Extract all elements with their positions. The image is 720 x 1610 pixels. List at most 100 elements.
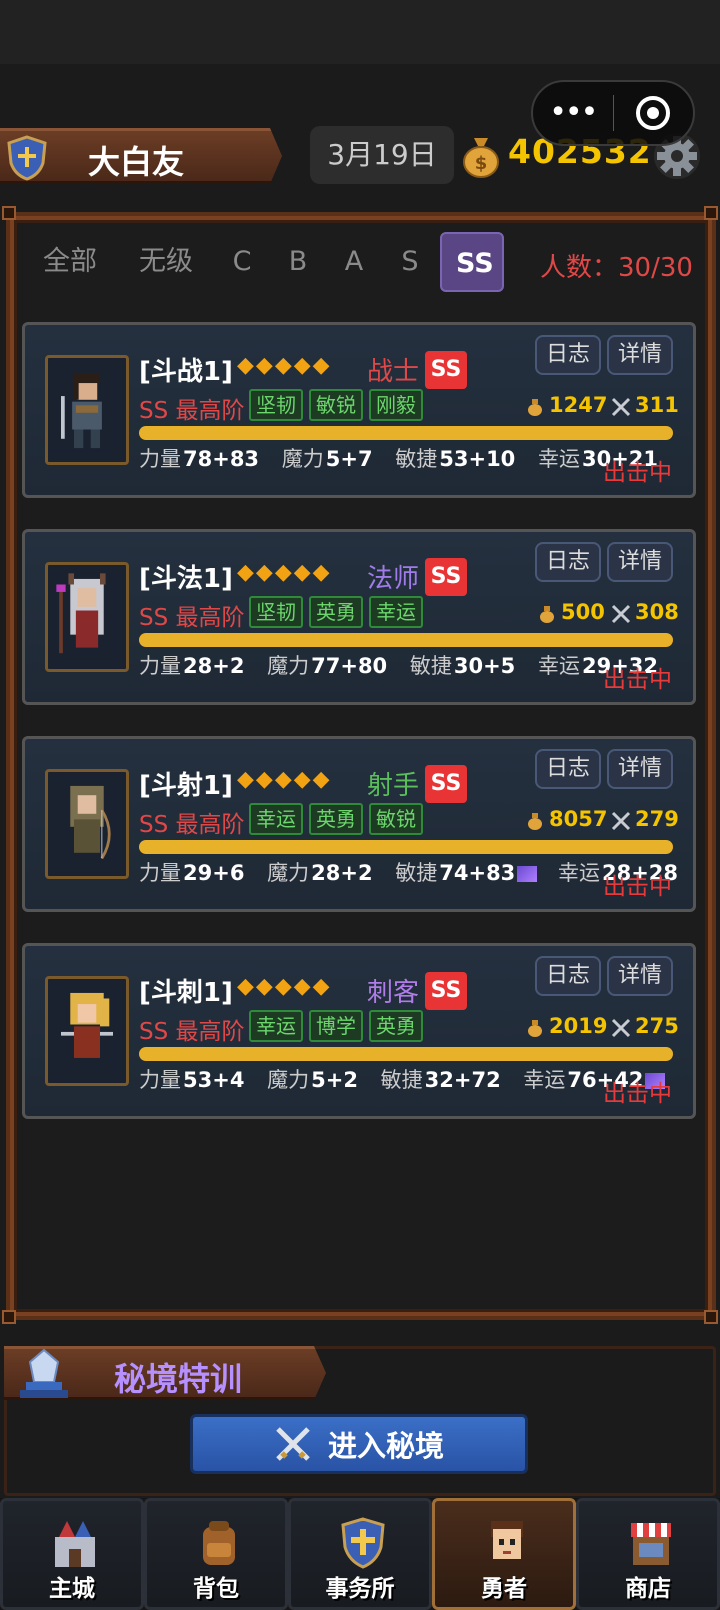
money-bag-icon: $: [463, 138, 499, 178]
nav-label: 事务所: [325, 1576, 395, 1602]
tab-b[interactable]: B: [270, 232, 326, 292]
hero-status: 出击中: [603, 667, 672, 693]
crossed-swords-icon: [611, 1018, 631, 1038]
shield-icon: [341, 1517, 385, 1569]
enter-secret-realm-label: 进入秘境: [327, 1429, 444, 1463]
hero-count: 人数：30/30: [540, 253, 693, 283]
mage-avatar-icon: [48, 565, 126, 669]
log-button[interactable]: 日志: [535, 542, 601, 582]
hero-class: 刺客: [367, 978, 420, 1008]
hero-tier: SS 最高阶: [139, 605, 245, 631]
close-miniprogram-button[interactable]: [613, 96, 693, 130]
tab-all[interactable]: 全部: [22, 232, 118, 292]
panel-corner-rivet: [704, 1310, 718, 1324]
hero-stars: ◆◆◆◆◆: [237, 974, 332, 999]
more-menu-button[interactable]: •••: [533, 83, 613, 143]
tab-c[interactable]: C: [214, 232, 270, 292]
hero-stars: ◆◆◆◆◆: [237, 560, 332, 585]
trait-tag: 坚韧: [249, 389, 303, 421]
secret-training-title: 秘境特训: [114, 1360, 243, 1398]
archer-avatar-icon: [48, 772, 126, 876]
tab-s[interactable]: S: [382, 232, 438, 292]
hero-class: 法师: [367, 564, 420, 594]
close-circle-icon: [636, 96, 671, 130]
nav-shop[interactable]: 商店: [576, 1498, 720, 1610]
stat-magic: 5+2: [311, 1068, 358, 1092]
detail-button[interactable]: 详情: [607, 749, 673, 789]
hero-card[interactable]: [斗法1] ◆◆◆◆◆ 法师 SS 日志 详情 SS 最高阶 坚韧 英勇 幸运 …: [22, 529, 696, 705]
bonus-gem-icon: [517, 866, 538, 882]
money-bag-icon: [528, 813, 542, 830]
hero-class: 战士: [367, 357, 420, 387]
stat-agility: 74+83: [439, 861, 516, 885]
panel-corner-rivet: [2, 1310, 16, 1324]
hero-stars: ◆◆◆◆◆: [237, 353, 332, 378]
rank-badge: SS: [425, 972, 467, 1010]
miniprogram-capsule: •••: [531, 80, 695, 146]
hero-card[interactable]: [斗战1] ◆◆◆◆◆ 战士 SS 日志 详情 SS 最高阶 坚韧 敏锐 刚毅 …: [22, 322, 696, 498]
hero-power: 275: [635, 1014, 679, 1038]
rank-badge: SS: [425, 558, 467, 596]
crystal-altar-icon: [20, 1348, 68, 1398]
log-button[interactable]: 日志: [535, 749, 601, 789]
hero-gold: 2019: [549, 1014, 608, 1038]
trait-tag: 幸运: [249, 803, 303, 835]
guild-shield-icon: [7, 135, 47, 181]
hero-portrait: [45, 562, 129, 672]
trait-tag: 坚韧: [249, 596, 303, 628]
hero-class: 射手: [367, 771, 420, 801]
hero-name: [斗射1]: [139, 771, 233, 801]
nav-main-city[interactable]: 主城: [0, 1498, 144, 1610]
hero-gold: 8057: [549, 807, 608, 831]
status-bar: [0, 0, 720, 64]
hero-power: 279: [635, 807, 679, 831]
money-bag-icon: [528, 1020, 542, 1037]
detail-button[interactable]: 详情: [607, 542, 673, 582]
hero-stats: 力量53+4 魔力5+2 敏捷32+72 幸运76+42: [139, 1064, 666, 1094]
hero-stats: 力量78+83 魔力5+7 敏捷53+10 幸运30+21: [139, 447, 659, 471]
log-button[interactable]: 日志: [535, 335, 601, 375]
nav-backpack[interactable]: 背包: [144, 1498, 288, 1610]
hero-progress-bar: [139, 1047, 673, 1061]
stat-magic: 77+80: [311, 654, 388, 678]
hero-traits: 幸运 博学 英勇: [249, 1010, 423, 1042]
hero-power: 311: [635, 393, 679, 417]
money-bag-icon: [528, 399, 542, 416]
hero-gold: 500: [561, 600, 605, 624]
trait-tag: 刚毅: [369, 389, 423, 421]
hero-status: 出击中: [603, 874, 672, 900]
log-button[interactable]: 日志: [535, 956, 601, 996]
trait-tag: 英勇: [309, 803, 363, 835]
hero-portrait: [45, 769, 129, 879]
hero-card[interactable]: [斗射1] ◆◆◆◆◆ 射手 SS 日志 详情 SS 最高阶 幸运 英勇 敏锐 …: [22, 736, 696, 912]
enter-secret-realm-button[interactable]: 进入秘境: [190, 1414, 528, 1474]
hero-traits: 坚韧 敏锐 刚毅: [249, 389, 423, 421]
nav-office[interactable]: 事务所: [288, 1498, 432, 1610]
trait-tag: 幸运: [369, 596, 423, 628]
money-bag-icon: [540, 606, 554, 623]
stat-magic: 5+7: [325, 447, 373, 471]
detail-button[interactable]: 详情: [607, 335, 673, 375]
hero-status: 出击中: [603, 1081, 672, 1107]
panel-corner-rivet: [704, 206, 718, 220]
tab-a[interactable]: A: [326, 232, 382, 292]
hero-name: [斗战1]: [139, 357, 233, 387]
hero-power: 308: [635, 600, 679, 624]
crossed-swords-icon: [611, 397, 631, 417]
tab-ss[interactable]: SS: [440, 232, 504, 292]
trait-tag: 幸运: [249, 1010, 303, 1042]
stat-strength: 78+83: [183, 447, 260, 471]
bottom-nav: 主城 背包 事务所 勇者 商店: [0, 1498, 720, 1610]
trait-tag: 敏锐: [309, 389, 363, 421]
hero-card[interactable]: [斗刺1] ◆◆◆◆◆ 刺客 SS 日志 详情 SS 最高阶 幸运 博学 英勇 …: [22, 943, 696, 1119]
nav-heroes[interactable]: 勇者: [432, 1498, 576, 1610]
shop-icon: [631, 1523, 671, 1565]
nav-label: 背包: [193, 1576, 239, 1602]
hero-status: 出击中: [603, 460, 672, 486]
castle-icon: [55, 1521, 95, 1567]
date-display: 3月19日: [310, 126, 454, 184]
detail-button[interactable]: 详情: [607, 956, 673, 996]
tab-none[interactable]: 无级: [118, 232, 214, 292]
hero-gold: 1247: [549, 393, 608, 417]
hero-face-icon: [491, 1521, 523, 1559]
